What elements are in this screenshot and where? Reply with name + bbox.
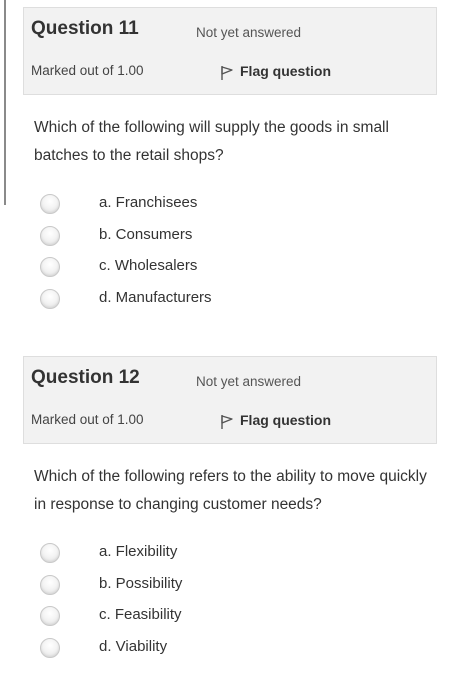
flag-question-label: Flag question bbox=[240, 412, 331, 428]
answer-option-c[interactable]: c. Feasibility bbox=[0, 602, 451, 634]
flag-question-button[interactable]: Flag question bbox=[220, 61, 331, 81]
question-text: Which of the following refers to the abi… bbox=[34, 468, 427, 513]
answer-radio[interactable] bbox=[40, 574, 60, 595]
answer-list: a. Franchisees b. Consumers c. Wholesale… bbox=[0, 190, 451, 316]
flag-question-button[interactable]: Flag question bbox=[220, 410, 331, 430]
flag-icon bbox=[221, 66, 233, 80]
answer-radio[interactable] bbox=[40, 225, 60, 246]
answer-radio[interactable] bbox=[40, 543, 60, 563]
question-info-box: Question 12 Not yet answered Marked out … bbox=[23, 356, 437, 444]
answer-label: c. Feasibility bbox=[99, 606, 182, 623]
question-state: Not yet answered bbox=[196, 25, 302, 40]
answer-label: b. Possibility bbox=[99, 574, 183, 592]
answer-radio[interactable] bbox=[40, 194, 60, 214]
answer-label: d. Viability bbox=[99, 637, 168, 655]
answer-option-b[interactable]: b. Possibility bbox=[0, 571, 451, 603]
flag-question-label: Flag question bbox=[240, 63, 331, 79]
question-grade: Marked out of 1.00 bbox=[31, 412, 144, 427]
answer-label: b. Consumers bbox=[99, 225, 193, 243]
question-grade: Marked out of 1.00 bbox=[31, 63, 144, 78]
answer-option-a[interactable]: a. Franchisees bbox=[0, 190, 451, 222]
question-title: Question 12 bbox=[31, 367, 140, 388]
answer-option-c[interactable]: c. Wholesalers bbox=[0, 253, 451, 285]
question-text: Which of the following will supply the g… bbox=[34, 119, 389, 164]
question-state: Not yet answered bbox=[196, 374, 302, 389]
answer-label: a. Franchisees bbox=[99, 194, 198, 211]
answer-option-d[interactable]: d. Manufacturers bbox=[0, 285, 451, 317]
left-edge-rule bbox=[4, 0, 6, 205]
answer-radio[interactable] bbox=[40, 257, 60, 277]
flag-icon bbox=[221, 415, 233, 429]
answer-label: c. Wholesalers bbox=[99, 257, 198, 274]
answer-option-b[interactable]: b. Consumers bbox=[0, 222, 451, 254]
answer-radio[interactable] bbox=[40, 606, 60, 626]
answer-label: a. Flexibility bbox=[99, 543, 178, 560]
answer-radio[interactable] bbox=[40, 288, 60, 309]
question-title: Question 11 bbox=[31, 18, 139, 39]
answer-radio[interactable] bbox=[40, 637, 60, 658]
question-info-box: Question 11 Not yet answered Marked out … bbox=[23, 7, 437, 95]
answer-option-a[interactable]: a. Flexibility bbox=[0, 539, 451, 571]
answer-label: d. Manufacturers bbox=[99, 288, 212, 306]
answer-list: a. Flexibility b. Possibility c. Feasibi… bbox=[0, 539, 451, 665]
answer-option-d[interactable]: d. Viability bbox=[0, 634, 451, 666]
